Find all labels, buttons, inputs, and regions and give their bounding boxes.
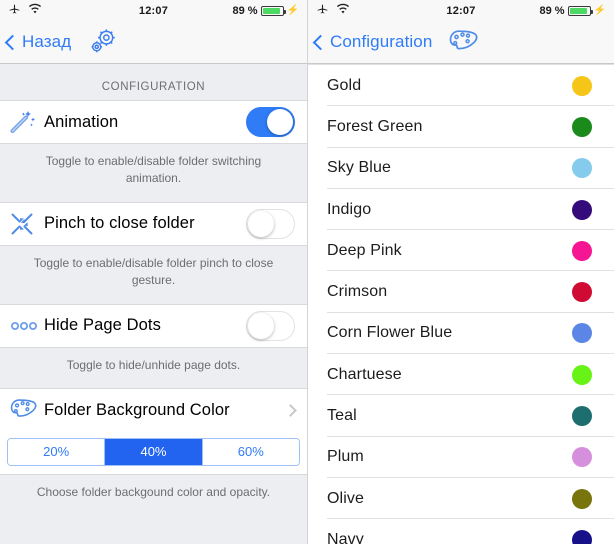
back-button-right[interactable]: Configuration	[312, 32, 433, 52]
list-item[interactable]: Indigo	[308, 189, 614, 231]
color-name: Chartuese	[327, 365, 402, 383]
toggle-animation[interactable]	[246, 107, 295, 137]
battery-icon	[567, 5, 593, 16]
list-item[interactable]: Plum	[308, 437, 614, 479]
color-swatch	[572, 529, 592, 544]
color-name: Gold	[327, 76, 362, 94]
color-swatch	[572, 116, 592, 137]
right-color-list-screen: 12:07 89 % ⚡ Configuration Gold Forest G…	[307, 0, 614, 544]
chevron-right-icon	[284, 404, 297, 417]
color-swatch	[572, 75, 592, 96]
color-swatch	[572, 199, 592, 220]
list-item[interactable]: Sky Blue	[308, 148, 614, 190]
row-folder-background-color[interactable]: Folder Background Color	[0, 387, 307, 432]
opacity-segmented-control[interactable]: 20% 40% 60%	[7, 437, 300, 466]
color-name: Indigo	[327, 200, 372, 218]
color-name: Forest Green	[327, 117, 423, 135]
color-name: Navy	[327, 530, 364, 544]
list-item[interactable]: Corn Flower Blue	[308, 313, 614, 355]
row-pinch-to-close[interactable]: Pinch to close folder	[0, 201, 307, 246]
color-swatch	[572, 364, 592, 385]
color-swatch	[572, 447, 592, 468]
toggle-pinch-to-close[interactable]	[246, 208, 295, 239]
row-title-pinch-to-close: Pinch to close folder	[44, 214, 195, 233]
color-swatch	[572, 240, 592, 261]
row-animation[interactable]: Animation	[0, 100, 307, 144]
color-swatch	[572, 323, 592, 344]
row-title-folder-background-color: Folder Background Color	[44, 400, 230, 419]
footer-animation: Toggle to enable/disable folder switchin…	[45, 154, 262, 186]
color-name: Sky Blue	[327, 159, 391, 177]
nav-bar-right: Configuration	[308, 21, 614, 64]
toggle-knob	[248, 210, 274, 237]
footer-hide-page-dots: Toggle to hide/unhide page dots.	[66, 357, 241, 372]
page-dots-icon	[10, 320, 44, 332]
dual-screenshot-container: 12:07 89 % ⚡ Назад CONFIGURATION Animati…	[0, 0, 614, 544]
row-hide-page-dots[interactable]: Hide Page Dots	[0, 303, 307, 348]
color-swatch	[572, 282, 592, 303]
battery-icon	[260, 5, 286, 16]
color-name: Olive	[327, 489, 364, 507]
color-name: Crimson	[327, 283, 388, 301]
opacity-segmented-control-wrapper: 20% 40% 60%	[0, 431, 307, 475]
pinch-arrows-icon	[10, 212, 44, 236]
list-item[interactable]: Forest Green	[308, 106, 614, 148]
chevron-left-icon	[312, 34, 329, 50]
color-name: Deep Pink	[327, 241, 402, 259]
list-item[interactable]: Teal	[308, 395, 614, 437]
back-button-label: Назад	[22, 32, 72, 51]
list-item[interactable]: Gold	[308, 65, 614, 107]
back-button-label: Configuration	[330, 32, 433, 51]
list-item[interactable]: Crimson	[308, 271, 614, 314]
color-name: Corn Flower Blue	[327, 324, 453, 342]
color-swatch	[572, 406, 592, 427]
status-bar-left: 12:07 89 % ⚡	[0, 0, 307, 21]
section-header-configuration: CONFIGURATION	[101, 81, 206, 93]
palette-icon	[10, 398, 44, 422]
toggle-hide-page-dots[interactable]	[246, 310, 295, 341]
list-item[interactable]: Chartuese	[308, 354, 614, 396]
row-title-animation: Animation	[44, 112, 119, 131]
list-item[interactable]: Olive	[308, 478, 614, 520]
color-name: Plum	[327, 448, 364, 466]
segment-40[interactable]: 40%	[104, 438, 202, 465]
magic-wand-icon	[10, 110, 44, 134]
row-title-hide-page-dots: Hide Page Dots	[44, 316, 161, 335]
back-button-left[interactable]: Назад	[4, 32, 72, 52]
color-swatch	[572, 158, 592, 179]
color-swatch	[572, 488, 592, 509]
palette-icon	[448, 29, 480, 55]
toggle-knob	[248, 312, 274, 339]
left-settings-screen: 12:07 89 % ⚡ Назад CONFIGURATION Animati…	[0, 0, 307, 544]
nav-bar-left: Назад	[0, 21, 307, 64]
gears-icon	[87, 28, 117, 56]
segment-20[interactable]: 20%	[8, 438, 105, 465]
color-list: Gold Forest Green Sky Blue Indigo Deep P…	[308, 64, 614, 544]
list-item[interactable]: Deep Pink	[308, 230, 614, 272]
color-name: Teal	[327, 407, 357, 425]
chevron-left-icon	[4, 34, 21, 50]
segment-60[interactable]: 60%	[201, 438, 299, 465]
footer-pinch-to-close: Toggle to enable/disable folder pinch to…	[33, 255, 274, 288]
toggle-knob	[267, 109, 293, 135]
list-item[interactable]: Navy	[308, 519, 614, 544]
footer-opacity: Choose folder backgound color and opacit…	[36, 484, 271, 499]
status-bar-right: 12:07 89 % ⚡	[308, 0, 614, 21]
